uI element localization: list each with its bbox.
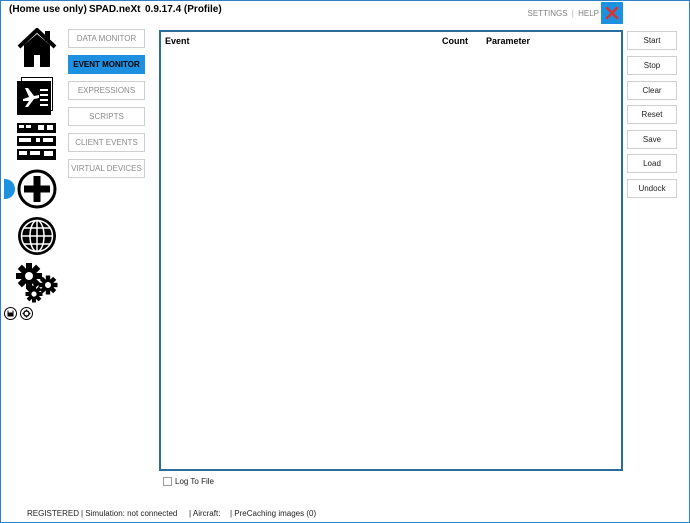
- small-settings-icon[interactable]: [20, 307, 33, 320]
- precaching-status: | PreCaching images (0): [230, 509, 317, 518]
- flight-profile-icon[interactable]: [15, 76, 55, 116]
- start-button[interactable]: Start: [627, 31, 677, 50]
- log-to-file-checkbox[interactable]: [163, 477, 172, 486]
- column-header-event[interactable]: Event: [165, 36, 190, 46]
- column-header-count[interactable]: Count: [442, 36, 468, 46]
- column-header-parameter[interactable]: Parameter: [486, 36, 530, 46]
- reset-button[interactable]: Reset: [627, 105, 677, 124]
- tab-event-monitor[interactable]: EVENT MONITOR: [68, 55, 145, 74]
- tab-expressions[interactable]: EXPRESSIONS: [68, 81, 145, 100]
- save-button[interactable]: Save: [627, 130, 677, 149]
- log-to-file-label[interactable]: Log To File: [175, 477, 214, 486]
- tab-client-events[interactable]: CLIENT EVENTS: [68, 133, 145, 152]
- tab-data-monitor[interactable]: DATA MONITOR: [68, 29, 145, 48]
- registered-status: REGISTERED: [27, 509, 80, 518]
- top-links: SETTINGS | HELP: [528, 9, 599, 18]
- simulation-status: | Simulation: not connected: [81, 509, 178, 518]
- globe-icon[interactable]: [17, 216, 57, 256]
- link-separator: |: [571, 9, 574, 18]
- add-icon[interactable]: [17, 169, 57, 209]
- settings-link[interactable]: SETTINGS: [528, 9, 568, 18]
- tab-virtual-devices[interactable]: VIRTUAL DEVICES: [68, 159, 145, 178]
- active-nav-marker: [4, 179, 15, 199]
- undock-button[interactable]: Undock: [627, 179, 677, 198]
- stop-button[interactable]: Stop: [627, 56, 677, 75]
- gears-icon[interactable]: [15, 263, 59, 303]
- license-label: (Home use only): [9, 4, 87, 15]
- home-icon[interactable]: [17, 27, 57, 69]
- app-window: (Home use only) SPAD.neXt 0.9.17.4 (Prof…: [0, 0, 690, 523]
- close-button[interactable]: [601, 2, 623, 24]
- help-link[interactable]: HELP: [578, 9, 599, 18]
- profile-version: 0.9.17.4 (Profile): [145, 4, 222, 15]
- close-icon: [605, 6, 619, 20]
- tab-scripts[interactable]: SCRIPTS: [68, 107, 145, 126]
- aircraft-status: | Aircraft:: [189, 509, 221, 518]
- title-bar: (Home use only) SPAD.neXt 0.9.17.4 (Prof…: [1, 1, 689, 24]
- load-button[interactable]: Load: [627, 154, 677, 173]
- event-list[interactable]: Event Count Parameter: [159, 30, 623, 471]
- clear-button[interactable]: Clear: [627, 81, 677, 100]
- devices-icon[interactable]: [16, 122, 57, 162]
- save-icon[interactable]: [4, 307, 17, 320]
- app-name: SPAD.neXt: [89, 4, 141, 15]
